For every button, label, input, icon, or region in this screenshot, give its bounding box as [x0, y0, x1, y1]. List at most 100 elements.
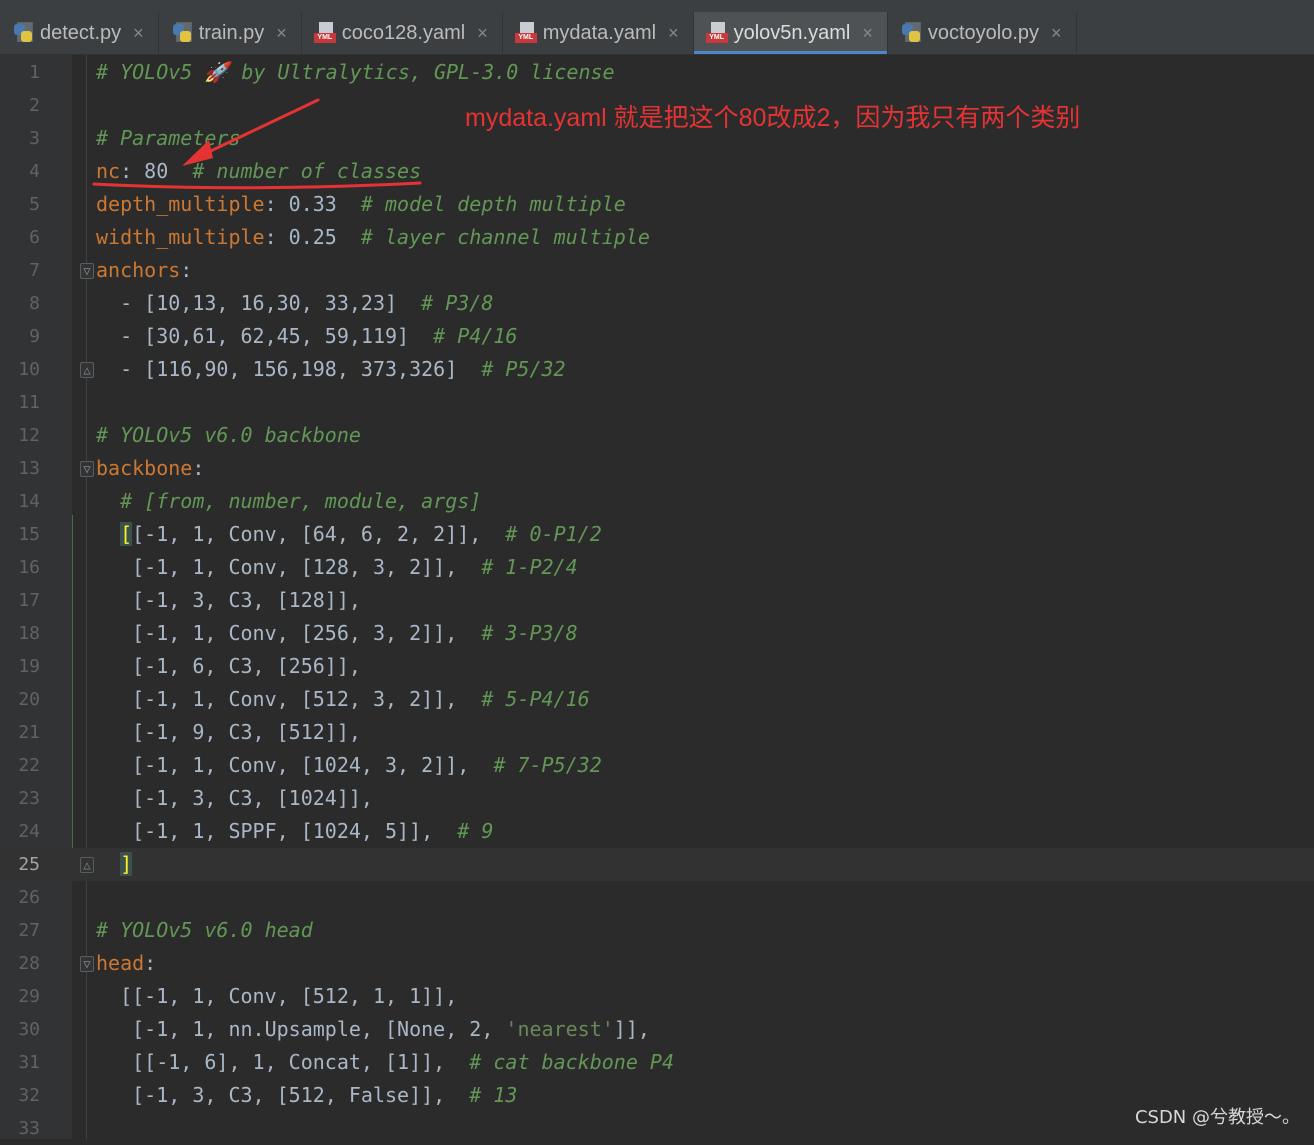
- line-number: 8: [29, 293, 40, 314]
- close-icon[interactable]: ×: [862, 23, 873, 44]
- tab-detect-py[interactable]: detect.py ×: [0, 12, 159, 54]
- code-text: depth_multiple: 0.33 # model depth multi…: [96, 188, 626, 221]
- code-text: nc: 80 # number of classes: [96, 155, 421, 188]
- code-token: # 13: [469, 1083, 518, 1107]
- code-line[interactable]: 1 # YOLOv5 🚀 by Ultralytics, GPL-3.0 lice…: [0, 56, 1314, 89]
- fold-collapse-icon[interactable]: ▽: [80, 461, 94, 477]
- close-icon[interactable]: ×: [1051, 23, 1062, 44]
- code-text: ]: [96, 848, 133, 881]
- code-token: # 1-P2/4: [481, 555, 578, 579]
- editor-tab-bar: detect.py × train.py × YML coco128.yaml × YML my…: [0, 12, 1314, 55]
- code-text: [-1, 9, C3, [512]],: [96, 716, 361, 749]
- code-text: [[-1, 6], 1, Concat, [1]], # cat backbon…: [96, 1046, 674, 1079]
- code-line[interactable]: 4 nc: 80 # number of classes: [0, 155, 1314, 188]
- code-line[interactable]: 28 ▽ head:: [0, 947, 1314, 980]
- code-line[interactable]: 19 [-1, 6, C3, [256]],: [0, 650, 1314, 683]
- code-token: [-1, 1, Conv, [64, 6, 2, 2]],: [132, 522, 506, 546]
- code-token: # model depth multiple: [360, 192, 626, 216]
- code-line[interactable]: 6 width_multiple: 0.25 # layer channel mu…: [0, 221, 1314, 254]
- tab-yolov5n-yaml[interactable]: YML yolov5n.yaml ×: [693, 12, 888, 54]
- code-line[interactable]: 21 [-1, 9, C3, [512]],: [0, 716, 1314, 749]
- code-text: [-1, 3, C3, [1024]],: [96, 782, 373, 815]
- code-line[interactable]: 20 [-1, 1, Conv, [512, 3, 2]], # 5-P4/16: [0, 683, 1314, 716]
- csdn-watermark: CSDN @兮教授～。: [1134, 1107, 1300, 1128]
- code-line[interactable]: 24 [-1, 1, SPPF, [1024, 5]], # 9: [0, 815, 1314, 848]
- close-icon[interactable]: ×: [668, 23, 679, 44]
- yaml-file-icon: YML: [514, 22, 537, 44]
- code-token: [-1, 1, Conv, [1024, 3, 2]],: [96, 753, 494, 777]
- code-line[interactable]: 12 # YOLOv5 v6.0 backbone: [0, 419, 1314, 452]
- code-text: [-1, 1, Conv, [512, 3, 2]], # 5-P4/16: [96, 683, 590, 716]
- code-token: ]: [120, 852, 133, 876]
- tab-voctoyolo-py[interactable]: voctoyolo.py ×: [888, 12, 1077, 54]
- code-token: : 0.33: [264, 192, 361, 216]
- line-number: 6: [29, 227, 40, 248]
- line-number: 3: [29, 128, 40, 149]
- code-line[interactable]: 33: [0, 1112, 1314, 1145]
- close-icon[interactable]: ×: [477, 23, 488, 44]
- code-text: # Parameters: [96, 122, 241, 155]
- code-token: :: [144, 951, 157, 975]
- code-line[interactable]: 9 - [30,61, 62,45, 59,119] # P4/16: [0, 320, 1314, 353]
- code-line[interactable]: 8 - [10,13, 16,30, 33,23] # P3/8: [0, 287, 1314, 320]
- code-token: [-1, 1, SPPF, [1024, 5]],: [96, 819, 458, 843]
- code-line[interactable]: 29 [[-1, 1, Conv, [512, 1, 1]],: [0, 980, 1314, 1013]
- tab-mydata-yaml[interactable]: YML mydata.yaml ×: [503, 12, 694, 54]
- fold-collapse-icon[interactable]: ▽: [80, 956, 94, 972]
- code-line[interactable]: 26: [0, 881, 1314, 914]
- code-editor[interactable]: 1 # YOLOv5 🚀 by Ultralytics, GPL-3.0 lice…: [0, 55, 1314, 1139]
- code-line[interactable]: 15 [[-1, 1, Conv, [64, 6, 2, 2]], # 0-P1…: [0, 518, 1314, 551]
- code-line[interactable]: 32 [-1, 3, C3, [512, False]], # 13: [0, 1079, 1314, 1112]
- code-text: [-1, 1, SPPF, [1024, 5]], # 9: [96, 815, 493, 848]
- line-number: 5: [29, 194, 40, 215]
- code-text: - [30,61, 62,45, 59,119] # P4/16: [96, 320, 517, 353]
- line-number: 7: [29, 260, 40, 281]
- tab-label: mydata.yaml: [542, 21, 657, 44]
- code-token: - [116,90, 156,198, 373,326]: [96, 357, 482, 381]
- code-token: [-1, 1, Conv, [256, 3, 2]],: [96, 621, 482, 645]
- line-number: 2: [29, 95, 40, 116]
- code-line[interactable]: 25 △ ]: [0, 848, 1314, 881]
- yaml-file-icon: YML: [705, 22, 728, 44]
- code-text: [-1, 3, C3, [128]],: [96, 584, 361, 617]
- tab-train-py[interactable]: train.py ×: [159, 12, 302, 54]
- code-line[interactable]: 14 # [from, number, module, args]: [0, 485, 1314, 518]
- code-token: # cat backbone P4: [469, 1050, 674, 1074]
- line-number: 12: [18, 425, 40, 446]
- python-file-icon: [900, 22, 922, 44]
- code-line[interactable]: 22 [-1, 1, Conv, [1024, 3, 2]], # 7-P5/3…: [0, 749, 1314, 782]
- code-line[interactable]: 16 [-1, 1, Conv, [128, 3, 2]], # 1-P2/4: [0, 551, 1314, 584]
- code-line[interactable]: 5 depth_multiple: 0.33 # model depth mult…: [0, 188, 1314, 221]
- code-text: [-1, 3, C3, [512, False]], # 13: [96, 1079, 517, 1112]
- code-line[interactable]: 7 ▽ anchors:: [0, 254, 1314, 287]
- code-line[interactable]: 13 ▽ backbone:: [0, 452, 1314, 485]
- fold-end-icon[interactable]: △: [80, 362, 94, 378]
- code-line[interactable]: 17 [-1, 3, C3, [128]],: [0, 584, 1314, 617]
- code-text: # YOLOv5 🚀 by Ultralytics, GPL-3.0 licen…: [96, 56, 615, 89]
- close-icon[interactable]: ×: [133, 23, 144, 44]
- code-token: [-1, 1, Conv, [128, 3, 2]],: [96, 555, 482, 579]
- fold-end-icon[interactable]: △: [80, 857, 94, 873]
- code-text: # YOLOv5 v6.0 head: [96, 914, 313, 947]
- code-text: [-1, 1, nn.Upsample, [None, 2, 'nearest'…: [96, 1013, 650, 1046]
- code-token: # 0-P1/2: [505, 522, 602, 546]
- code-token: [[-1, 6], 1, Concat, [1]],: [96, 1050, 470, 1074]
- code-token: # 5-P4/16: [481, 687, 590, 711]
- close-icon[interactable]: ×: [276, 23, 287, 44]
- code-line[interactable]: 11: [0, 386, 1314, 419]
- code-token: # Parameters: [96, 126, 241, 150]
- code-line[interactable]: 18 [-1, 1, Conv, [256, 3, 2]], # 3-P3/8: [0, 617, 1314, 650]
- code-line[interactable]: 10 △ - [116,90, 156,198, 373,326] # P5/32: [0, 353, 1314, 386]
- tab-coco128-yaml[interactable]: YML coco128.yaml ×: [302, 12, 503, 54]
- code-line[interactable]: 30 [-1, 1, nn.Upsample, [None, 2, 'neare…: [0, 1013, 1314, 1046]
- code-token: : 0.25: [264, 225, 361, 249]
- fold-collapse-icon[interactable]: ▽: [80, 263, 94, 279]
- code-line[interactable]: 31 [[-1, 6], 1, Concat, [1]], # cat back…: [0, 1046, 1314, 1079]
- line-number: 26: [18, 887, 40, 908]
- line-number: 18: [18, 623, 40, 644]
- code-token: # 9: [457, 819, 494, 843]
- code-line[interactable]: 23 [-1, 3, C3, [1024]],: [0, 782, 1314, 815]
- code-line[interactable]: 27 # YOLOv5 v6.0 head: [0, 914, 1314, 947]
